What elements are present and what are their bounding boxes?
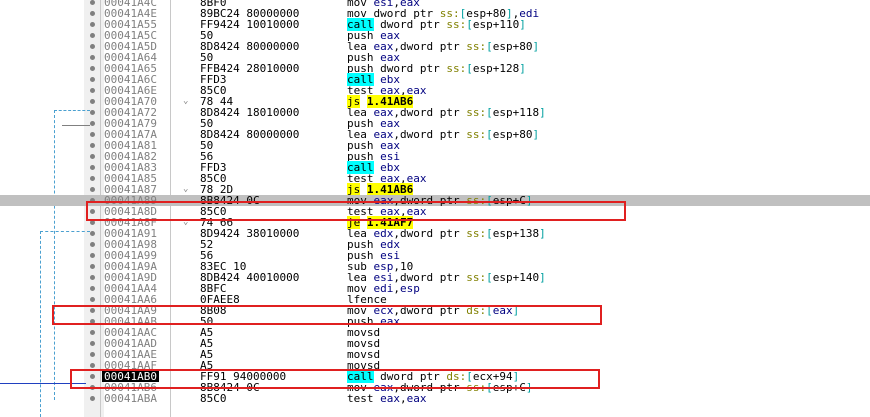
breakpoint-dot[interactable]: [90, 33, 95, 38]
register: eax: [406, 392, 427, 405]
instruction-bytes: 8D8424 80000000: [200, 40, 300, 53]
breakpoint-dot[interactable]: [90, 165, 95, 170]
register: eax: [380, 392, 400, 405]
breakpoint-dot[interactable]: [90, 66, 95, 71]
breakpoint-dot[interactable]: [90, 231, 95, 236]
operand-part: ,: [400, 392, 407, 405]
breakpoint-dot[interactable]: [90, 55, 95, 60]
breakpoint-dot[interactable]: [90, 77, 95, 82]
breakpoint-dot[interactable]: [90, 154, 95, 159]
breakpoint-dot[interactable]: [90, 44, 95, 49]
breakpoint-dot[interactable]: [90, 363, 95, 368]
breakpoint-dot[interactable]: [90, 99, 95, 104]
breakpoint-dot[interactable]: [90, 242, 95, 247]
breakpoint-dot[interactable]: [90, 286, 95, 291]
breakpoint-dot[interactable]: [90, 264, 95, 269]
breakpoint-dot[interactable]: [90, 88, 95, 93]
mnemonic: test: [347, 392, 374, 405]
highlight-box: [86, 201, 626, 221]
breakpoint-dot[interactable]: [90, 275, 95, 280]
instruction-address: 00041ABA: [104, 392, 157, 405]
jump-direction-icon: ⌄: [183, 184, 189, 194]
breakpoint-dot[interactable]: [90, 341, 95, 346]
breakpoint-dot[interactable]: [90, 176, 95, 181]
breakpoint-dot[interactable]: [90, 132, 95, 137]
instruction-row[interactable]: 00041ABA 85C0 test eax,eax: [0, 393, 870, 404]
breakpoint-dot[interactable]: [90, 143, 95, 148]
breakpoint-dot[interactable]: [90, 352, 95, 357]
instruction-bytes: FF9424 10010000: [200, 18, 300, 31]
breakpoint-dot[interactable]: [90, 110, 95, 115]
highlight-box: [52, 305, 602, 325]
highlight-box: [70, 369, 600, 389]
breakpoint-dot[interactable]: [90, 121, 95, 126]
breakpoint-dot[interactable]: [90, 187, 95, 192]
instruction-bytes: 85C0: [200, 392, 227, 405]
breakpoint-dot[interactable]: [90, 0, 95, 5]
disassembly-view[interactable]: 00041A4C 8BF0 mov esi,eax 00041A4E 89BC24 80…: [0, 0, 870, 417]
instruction-bytes: 8D8424 18010000: [200, 106, 300, 119]
breakpoint-dot[interactable]: [90, 297, 95, 302]
instruction-bytes: 8D8424 80000000: [200, 128, 300, 141]
operands: eax,eax: [380, 392, 426, 405]
jump-direction-icon: ⌄: [183, 96, 189, 106]
breakpoint-dot[interactable]: [90, 11, 95, 16]
breakpoint-dot[interactable]: [90, 396, 95, 401]
instruction-bytes: 8D9424 38010000: [200, 227, 300, 240]
breakpoint-dot[interactable]: [90, 330, 95, 335]
breakpoint-dot[interactable]: [90, 22, 95, 27]
breakpoint-dot[interactable]: [90, 253, 95, 258]
instruction-text: test eax,eax: [347, 393, 427, 404]
